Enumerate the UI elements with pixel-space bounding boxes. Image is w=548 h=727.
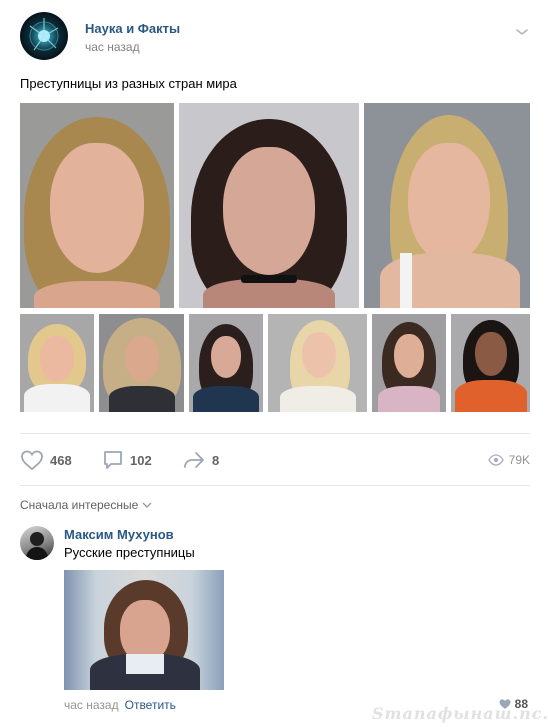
person-icon bbox=[25, 532, 49, 560]
post-time[interactable]: час назад bbox=[85, 40, 140, 54]
comment-text: Русские преступницы bbox=[64, 545, 195, 560]
post-photo[interactable] bbox=[189, 314, 263, 412]
reply-button[interactable]: Ответить bbox=[125, 698, 176, 712]
post-actions: 468 102 8 79K bbox=[20, 446, 530, 474]
comment-author-name[interactable]: Максим Мухунов bbox=[64, 527, 174, 542]
post-photo[interactable] bbox=[268, 314, 367, 412]
comments-count: 102 bbox=[130, 452, 152, 468]
divider bbox=[20, 433, 530, 434]
post-photo[interactable] bbox=[20, 314, 94, 412]
post-photo[interactable] bbox=[451, 314, 530, 412]
likes-count: 468 bbox=[50, 452, 72, 468]
views-count: 79K bbox=[508, 453, 530, 467]
sort-label: Сначала интересные bbox=[20, 498, 139, 512]
comment-meta: час назад Ответить bbox=[64, 698, 176, 712]
views-counter: 79K bbox=[487, 446, 530, 474]
chevron-down-icon[interactable] bbox=[514, 24, 530, 40]
eye-icon bbox=[487, 454, 504, 466]
post-photo[interactable] bbox=[179, 103, 359, 308]
comments-sort-dropdown[interactable]: Сначала интересные bbox=[20, 498, 153, 512]
shares-count: 8 bbox=[212, 452, 220, 468]
comment-time[interactable]: час назад bbox=[64, 698, 119, 712]
comment-photo[interactable] bbox=[64, 570, 224, 690]
comment-button[interactable]: 102 bbox=[102, 446, 152, 474]
post-photo[interactable] bbox=[364, 103, 530, 308]
share-button[interactable]: 8 bbox=[182, 446, 219, 474]
post-photo[interactable] bbox=[99, 314, 184, 412]
group-avatar[interactable] bbox=[20, 12, 68, 60]
share-icon bbox=[184, 452, 204, 468]
heart-icon bbox=[21, 450, 43, 471]
chevron-down-icon bbox=[142, 502, 152, 508]
post-text: Преступницы из разных стран мира bbox=[20, 76, 237, 91]
comment-icon bbox=[104, 451, 122, 469]
group-logo-icon bbox=[29, 18, 59, 51]
comment-author-avatar[interactable] bbox=[20, 526, 54, 560]
post-photo[interactable] bbox=[372, 314, 446, 412]
watermark: Smanaфынаш.nc.ru bbox=[372, 704, 548, 723]
divider bbox=[20, 485, 530, 486]
group-name[interactable]: Наука и Факты bbox=[85, 21, 180, 36]
post-photo[interactable] bbox=[20, 103, 174, 308]
like-button[interactable]: 468 bbox=[20, 446, 72, 474]
post-header: Наука и Факты час назад bbox=[20, 12, 530, 62]
